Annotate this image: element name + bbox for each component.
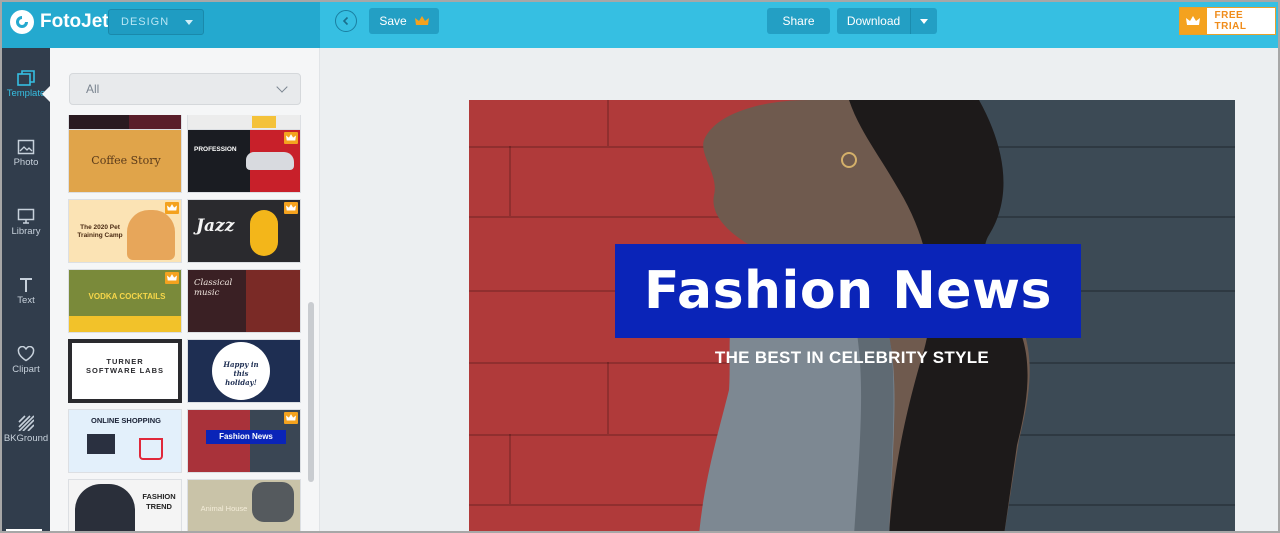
template-title: FASHION TREND — [142, 492, 176, 511]
template-thumb[interactable]: ONLINE SHOPPING — [68, 409, 182, 473]
rail-item-label: Template — [6, 88, 46, 99]
crown-icon — [1180, 8, 1207, 34]
library-icon — [17, 206, 35, 226]
photo-icon — [17, 137, 35, 157]
chevron-left-icon — [342, 16, 349, 26]
person-shape — [75, 484, 135, 531]
save-button-label: Save — [379, 14, 407, 28]
crown-icon — [284, 202, 298, 214]
template-grid: Coffee Story PROFESSION The 2020 Pet Tra… — [68, 115, 304, 531]
rail-item-text[interactable]: Text — [2, 269, 50, 329]
rail-item-template[interactable]: Template — [2, 62, 50, 122]
template-title: PROFESSION — [194, 146, 237, 153]
template-title: ONLINE SHOPPING — [90, 416, 161, 425]
poster-headline[interactable]: Fashion News — [644, 261, 1052, 321]
crown-icon — [414, 15, 429, 25]
crown-icon — [284, 412, 298, 424]
tool-sidebar: Template Photo Library Text Clipart BKGr… — [2, 48, 50, 531]
pet-shape — [127, 210, 175, 260]
template-title: The 2020 Pet Training Camp — [77, 224, 123, 239]
chevron-down-icon — [276, 81, 288, 93]
template-thumb[interactable]: VODKA COCKTAILS — [68, 269, 182, 333]
rail-item-label: BKGround — [3, 433, 49, 444]
template-panel: All Coffee Story PROFESSION The 2020 Pet… — [50, 48, 320, 531]
download-button[interactable]: Download — [837, 8, 937, 34]
rail-item-label: Clipart — [12, 364, 40, 375]
template-thumb[interactable]: Animal House — [187, 479, 301, 531]
car-shape — [246, 152, 294, 170]
saxophone-shape — [250, 210, 278, 256]
free-trial-label: FREE TRIAL — [1214, 10, 1247, 32]
crown-icon — [165, 272, 179, 284]
app-name: FotoJet — [40, 11, 109, 32]
template-title: TURNER SOFTWARE LABS — [86, 357, 164, 375]
template-thumb[interactable]: Classical music — [187, 269, 301, 333]
app-window: FotoJet DESIGN Save Share Download FREE … — [0, 0, 1280, 533]
text-icon — [18, 275, 34, 295]
mode-select[interactable]: DESIGN — [108, 9, 204, 35]
template-title: Animal House — [200, 504, 248, 513]
template-title: Classical music — [194, 278, 233, 298]
brick-joint — [607, 362, 609, 434]
template-title: Happy in this holiday! — [223, 360, 259, 387]
template-thumb[interactable]: PROFESSION — [187, 129, 301, 193]
brick-joint — [509, 146, 511, 216]
thumb-shape — [252, 116, 276, 128]
template-thumb[interactable]: FASHION TREND — [68, 479, 182, 531]
template-thumb[interactable]: Happy in this holiday! — [187, 339, 301, 403]
headline-box[interactable]: Fashion News — [615, 244, 1081, 338]
chevron-down-icon — [185, 20, 193, 25]
rail-item-clipart[interactable]: Clipart — [2, 338, 50, 398]
heart-icon — [17, 344, 35, 364]
rail-item-label: Photo — [13, 157, 39, 168]
download-options-toggle[interactable] — [910, 8, 937, 34]
crown-icon — [284, 132, 298, 144]
brick-joint — [509, 434, 511, 504]
brick-joint — [607, 100, 609, 146]
rail-item-photo[interactable]: Photo — [2, 131, 50, 191]
template-thumb[interactable]: The 2020 Pet Training Camp — [68, 199, 182, 263]
mode-select-value: DESIGN — [121, 16, 170, 28]
poster-subheadline[interactable]: THE BEST IN CELEBRITY STYLE — [469, 348, 1235, 368]
save-button[interactable]: Save — [369, 8, 439, 34]
share-button[interactable]: Share — [767, 8, 830, 34]
template-thumb[interactable]: Jazz — [187, 199, 301, 263]
template-title: Fashion News — [219, 432, 273, 441]
rail-item-label: Text — [17, 295, 35, 306]
rail-item-background[interactable]: BKGround — [2, 407, 50, 467]
crown-icon — [165, 202, 179, 214]
thumb-stripe — [69, 316, 181, 332]
template-thumb[interactable]: Coffee Story — [68, 129, 182, 193]
template-category-value: All — [86, 82, 100, 96]
rail-item-library[interactable]: Library — [2, 200, 50, 260]
template-thumb[interactable]: Fashion News — [187, 409, 301, 473]
back-button[interactable] — [335, 10, 357, 32]
cat-shape — [252, 482, 294, 522]
basket-shape — [139, 438, 163, 460]
rail-item-label: Library — [11, 226, 41, 237]
caret-down-icon — [920, 19, 928, 24]
app-logo[interactable]: FotoJet — [10, 10, 109, 34]
template-thumb[interactable]: TURNER SOFTWARE LABS — [68, 339, 182, 403]
toolbar-left-section: FotoJet DESIGN — [2, 2, 320, 48]
template-category-select[interactable]: All — [69, 73, 301, 105]
template-title: Jazz — [196, 216, 235, 236]
background-icon — [18, 413, 34, 433]
download-button-label: Download — [846, 14, 901, 28]
free-trial-button[interactable]: FREE TRIAL — [1179, 7, 1276, 35]
share-button-label: Share — [782, 14, 815, 28]
design-canvas[interactable]: Fashion News THE BEST IN CELEBRITY STYLE — [469, 100, 1235, 531]
active-indicator — [42, 86, 50, 102]
violin-shape — [246, 270, 300, 332]
monitor-shape — [87, 434, 115, 454]
top-toolbar: FotoJet DESIGN Save Share Download FREE … — [2, 2, 1278, 48]
rail-bottom-tab[interactable] — [6, 529, 42, 531]
fotojet-logo-icon — [10, 10, 34, 34]
template-title: VODKA COCKTAILS — [88, 292, 166, 301]
template-title: Coffee Story — [91, 154, 161, 167]
panel-scrollbar[interactable] — [308, 302, 314, 482]
template-icon — [17, 68, 35, 88]
